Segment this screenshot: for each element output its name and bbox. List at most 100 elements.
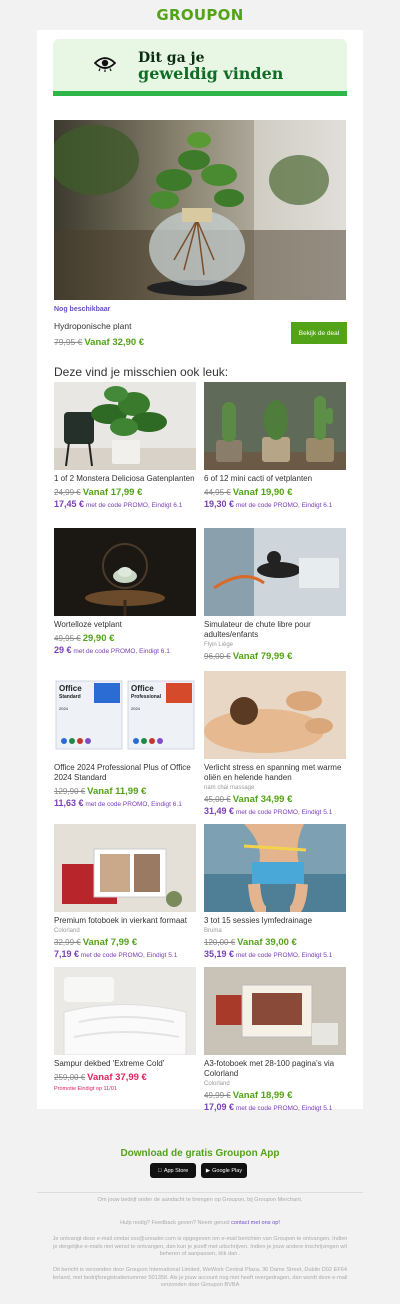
google-play-badge[interactable]: ▶ Google Play xyxy=(201,1163,247,1178)
new-price: Vanaf 11,99 € xyxy=(87,786,147,797)
old-price: 129,90 € xyxy=(54,787,86,796)
product-image[interactable] xyxy=(204,528,346,616)
old-price: 96,00 € xyxy=(204,652,231,661)
office-pro-sub: Professional xyxy=(131,694,162,700)
product-name[interactable]: Premium fotoboek in vierkant formaat xyxy=(54,916,196,926)
new-price: Vanaf 17,99 € xyxy=(82,487,143,498)
product-card[interactable]: 6 of 12 mini cacti of vetplanten 44,95 €… xyxy=(204,382,346,509)
product-card[interactable]: Sampur dekbed 'Extreme Cold' 259,00 € Van… xyxy=(54,967,196,1092)
groupon-logo[interactable]: GROUPON xyxy=(156,6,243,24)
header: GROUPON xyxy=(0,0,400,30)
product-card[interactable]: 1 of 2 Monstera Deliciosa Gatenplanten 2… xyxy=(54,382,196,509)
merchant-name: Flyin Liège xyxy=(204,642,234,648)
product-image[interactable] xyxy=(204,382,346,470)
product-card[interactable]: A3-fotoboek met 28-100 pagina's via Colo… xyxy=(204,967,346,1112)
promo-price: 29 € xyxy=(54,645,72,655)
contact-link[interactable]: contact met ons op! xyxy=(231,1220,280,1226)
product-card[interactable]: Office Standard 2024 Office Professional… xyxy=(54,671,196,808)
featured-title[interactable]: Hydroponische plant xyxy=(54,321,132,331)
product-card[interactable]: 3 tot 15 sessies lymfedrainage Bruma 120… xyxy=(204,824,346,959)
product-card[interactable]: Premium fotoboek in vierkant formaat Col… xyxy=(54,824,196,959)
product-name[interactable]: Sampur dekbed 'Extreme Cold' xyxy=(54,1059,196,1069)
old-price: 45,00 € xyxy=(204,795,231,804)
promo-line: 35,19 € met de code PROMO, Eindigt 5.1 xyxy=(204,949,346,959)
new-price: Vanaf 79,99 € xyxy=(232,651,293,662)
office-year-label: 2024 xyxy=(131,706,140,711)
product-name[interactable]: Wortelloze vetplant xyxy=(54,620,196,630)
promo-line: 31,49 € met de code PROMO, Eindigt 5.1 xyxy=(204,806,346,816)
product-name[interactable]: A3-fotoboek met 28-100 pagina's via Colo… xyxy=(204,1059,346,1079)
play-icon: ▶ xyxy=(205,1167,211,1174)
product-name[interactable]: 6 of 12 mini cacti of vetplanten xyxy=(204,474,346,484)
old-price: 259,00 € xyxy=(54,1073,86,1082)
old-price: 24,99 € xyxy=(54,488,81,497)
promo-line: 7,19 € met de code PROMO, Eindigt 5.1 xyxy=(54,949,196,959)
product-name[interactable]: Office 2024 Professional Plus of Office … xyxy=(54,763,196,783)
product-card[interactable]: Simulateur de chute libre pour adultes/e… xyxy=(204,528,346,662)
new-price: Vanaf 34,99 € xyxy=(232,794,293,805)
promo-price: 19,30 € xyxy=(204,499,235,509)
merchant-name: Bruma xyxy=(204,928,222,934)
promo-line: 17,09 € met de code PROMO, Eindigt 5.1 xyxy=(204,1102,346,1112)
new-price: Vanaf 39,00 € xyxy=(237,937,297,948)
featured-image[interactable] xyxy=(54,120,346,300)
old-price: 120,00 € xyxy=(204,938,236,947)
new-price: Vanaf 7,99 € xyxy=(82,937,138,948)
email-card: Dit ga je geweldig vinden Nog beschikbaa… xyxy=(37,30,363,1112)
promo-price: 17,45 € xyxy=(54,499,85,509)
help-prefix: Hulp nodig? Feedback geven? Neem gerust xyxy=(120,1220,230,1226)
product-name[interactable]: 3 tot 15 sessies lymfedrainage xyxy=(204,916,346,926)
product-image[interactable] xyxy=(54,824,196,912)
legal-text: Dit bericht is verzonden door Groupon In… xyxy=(52,1267,348,1288)
product-price: 24,99 € Vanaf 17,99 € xyxy=(54,487,196,498)
apple-icon:  xyxy=(158,1168,162,1174)
product-name[interactable]: Verlicht stress en spanning met warme ol… xyxy=(204,763,346,783)
product-price: 49,99 € Vanaf 18,99 € xyxy=(204,1090,346,1101)
banner: Dit ga je geweldig vinden xyxy=(53,39,347,96)
store-badges: App Store ▶Google Play xyxy=(150,1163,247,1178)
product-price: 45,00 € Vanaf 34,99 € xyxy=(204,794,346,805)
office-pro-label: Office xyxy=(131,684,154,693)
product-image[interactable] xyxy=(204,824,346,912)
product-price: 120,00 € Vanaf 39,00 € xyxy=(204,937,346,948)
featured-price: 79,95 € Vanaf 32,90 € xyxy=(54,337,144,348)
availability-label: Nog beschikbaar xyxy=(54,306,111,313)
featured-old-price: 79,95 € xyxy=(54,337,83,347)
product-card[interactable]: Wortelloze vetplant 49,95 €29,90 € 29 € … xyxy=(54,528,196,655)
product-image[interactable] xyxy=(54,967,196,1055)
product-card[interactable]: Verlicht stress en spanning met warme ol… xyxy=(204,671,346,816)
promo-text: met de code PROMO, Eindigt 5.1 xyxy=(80,952,178,959)
eye-icon xyxy=(94,57,116,72)
app-store-label: App Store xyxy=(161,1167,188,1174)
google-play-label: Google Play xyxy=(212,1167,243,1174)
product-image[interactable] xyxy=(54,382,196,470)
new-price: Vanaf 37,99 € xyxy=(87,1072,147,1083)
app-store-badge[interactable]: App Store xyxy=(150,1163,196,1178)
product-image[interactable]: Office Standard 2024 Office Professional… xyxy=(54,671,196,759)
merchant-name: Colorland xyxy=(54,928,80,934)
old-price: 49,99 € xyxy=(204,1091,231,1100)
promo-price: 11,63 € xyxy=(54,798,84,808)
promo-text: met de code PROMO, Eindigt 6.1 xyxy=(85,502,183,509)
promo-line: 19,30 € met de code PROMO, Eindigt 6.1 xyxy=(204,499,346,509)
view-deal-button[interactable]: Bekijk de deal xyxy=(291,322,347,344)
office-year-label: 2024 xyxy=(59,706,68,711)
merchant-name: Colorland xyxy=(204,1081,230,1087)
product-image[interactable] xyxy=(204,671,346,759)
product-image[interactable] xyxy=(204,967,346,1055)
product-name[interactable]: 1 of 2 Monstera Deliciosa Gatenplanten xyxy=(54,474,196,484)
old-price: 44,95 € xyxy=(204,488,231,497)
merchant-text[interactable]: Om jouw bedrijf onder de aandacht te bre… xyxy=(50,1197,350,1205)
new-price: 29,90 € xyxy=(82,633,115,644)
promo-text: met de code PROMO, Eindigt 5.1 xyxy=(235,1105,333,1112)
product-name[interactable]: Simulateur de chute libre pour adultes/e… xyxy=(204,620,346,640)
old-price: 32,99 € xyxy=(54,938,81,947)
product-price: 49,95 €29,90 € xyxy=(54,633,196,644)
promo-line: 29 € met de code PROMO, Eindigt 6.1 xyxy=(54,645,196,655)
merchant-name: nam chai massage xyxy=(204,785,255,791)
promo-text: met de code PROMO, Eindigt 5.1 xyxy=(235,952,333,959)
promo-text: met de code PROMO, Eindigt 6.1 xyxy=(85,801,182,808)
product-image[interactable] xyxy=(54,528,196,616)
office-standard-label: Office xyxy=(59,684,82,693)
help-text: Hulp nodig? Feedback geven? Neem gerust … xyxy=(50,1220,350,1228)
